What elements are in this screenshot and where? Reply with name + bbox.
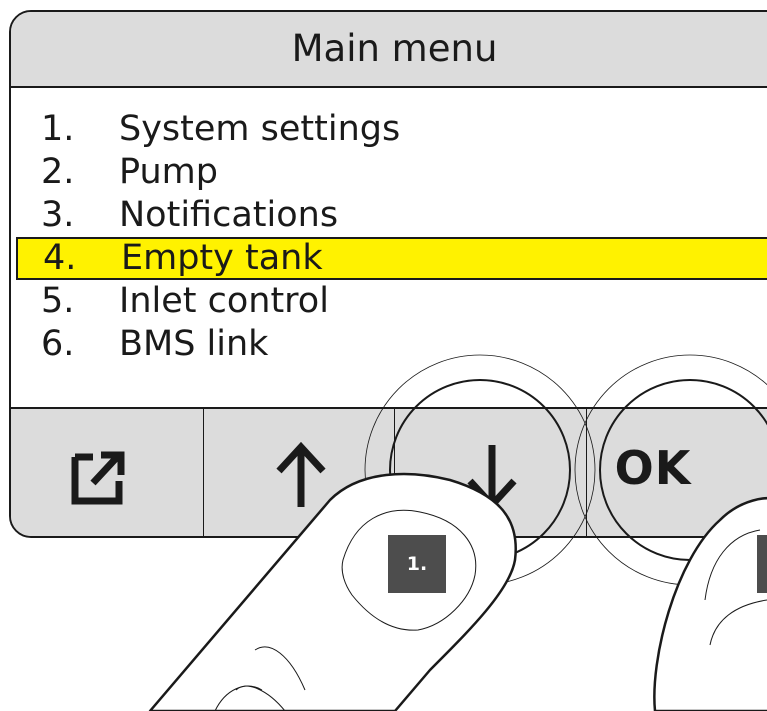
back-button[interactable] xyxy=(11,409,204,536)
menu-item-label: Pump xyxy=(119,152,218,192)
up-button[interactable] xyxy=(204,409,395,536)
page-title: Main menu xyxy=(291,27,498,70)
arrow-down-icon xyxy=(467,445,517,511)
menu-item-number: 5. xyxy=(41,281,75,321)
menu-item-number: 4. xyxy=(43,238,77,278)
menu-item-label: Notifications xyxy=(119,195,339,235)
menu-item-notifications[interactable]: 3. Notifications xyxy=(19,194,767,237)
button-bar: OK xyxy=(11,407,767,536)
menu-item-label: Inlet control xyxy=(119,281,329,321)
display-panel: Main menu 1. System settings 2. Pump 3. … xyxy=(9,10,767,538)
main-menu-list: 1. System settings 2. Pump 3. Notificati… xyxy=(16,108,767,366)
menu-item-bms-link[interactable]: 6. BMS link xyxy=(19,323,767,366)
menu-item-empty-tank[interactable]: 4. Empty tank xyxy=(16,237,767,280)
menu-item-number: 2. xyxy=(41,152,75,192)
ok-button[interactable]: OK xyxy=(587,409,767,536)
ok-button-label: OK xyxy=(614,441,692,495)
step-badge-2 xyxy=(757,535,767,593)
menu-item-number: 1. xyxy=(41,109,75,149)
menu-item-label: BMS link xyxy=(119,324,269,364)
menu-item-label: Empty tank xyxy=(121,238,323,278)
menu-item-label: System settings xyxy=(119,109,401,149)
menu-item-system-settings[interactable]: 1. System settings xyxy=(19,108,767,151)
step-badge-1: 1. xyxy=(388,535,446,593)
menu-item-pump[interactable]: 2. Pump xyxy=(19,151,767,194)
title-bar: Main menu xyxy=(11,12,767,88)
down-button[interactable] xyxy=(395,409,587,536)
menu-item-number: 6. xyxy=(41,324,75,364)
arrow-up-icon xyxy=(276,441,326,507)
menu-item-number: 3. xyxy=(41,195,75,235)
exit-arrow-icon xyxy=(71,451,125,505)
menu-item-inlet-control[interactable]: 5. Inlet control xyxy=(19,280,767,323)
